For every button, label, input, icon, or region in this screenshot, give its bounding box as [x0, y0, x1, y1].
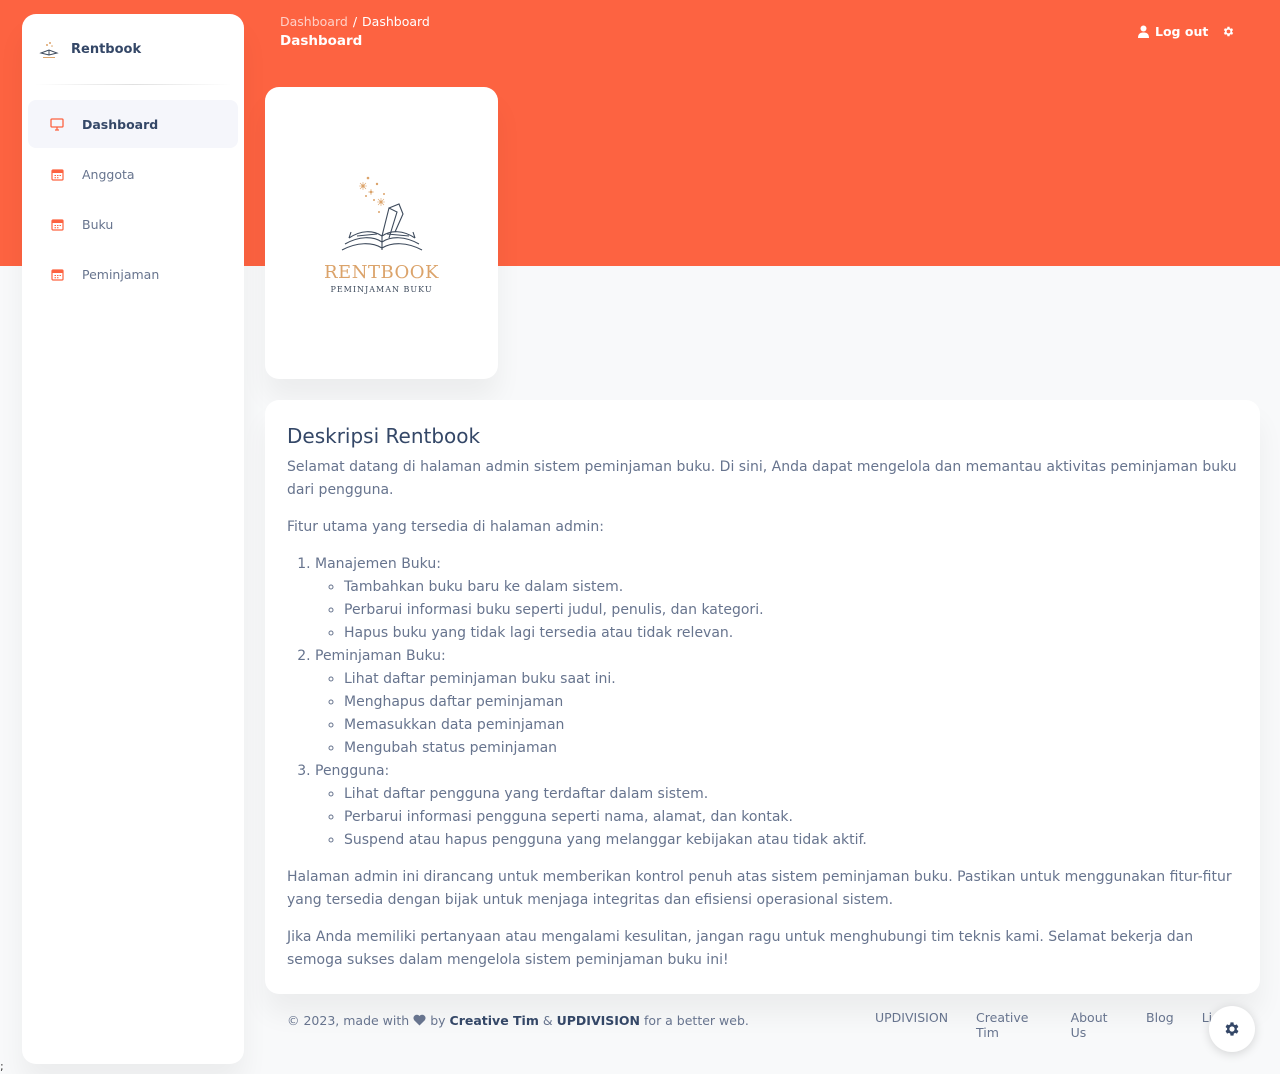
footer-link-about-us[interactable]: About Us	[1071, 1010, 1118, 1040]
sidebar-item-label: Dashboard	[82, 116, 159, 132]
list-item: Tambahkan buku baru ke dalam sistem.	[344, 576, 1238, 599]
list-item: Perbarui informasi pengguna seperti nama…	[344, 806, 1238, 829]
footer-link-blog[interactable]: Blog	[1146, 1010, 1174, 1040]
sidebar-item-label: Buku	[82, 216, 114, 232]
feature-sublist: Lihat daftar pengguna yang terdaftar dal…	[315, 783, 1238, 852]
logo-title: RENTBOOK	[324, 262, 439, 283]
feature-sublist: Lihat daftar peminjaman buku saat ini. M…	[315, 668, 1238, 760]
list-item: Lihat daftar peminjaman buku saat ini.	[344, 668, 1238, 691]
sidebar-item-buku[interactable]: Buku	[28, 200, 238, 248]
sidebar-item-peminjaman[interactable]: Peminjaman	[28, 250, 238, 298]
calendar-icon	[50, 217, 64, 231]
description-contact: Jika Anda memiliki pertanyaan atau menga…	[287, 929, 1194, 968]
list-item: Memasukkan data peminjaman	[344, 714, 1238, 737]
feature-title: Pengguna:	[315, 763, 390, 779]
footer-author-link[interactable]: Creative Tim	[450, 1013, 539, 1028]
brand[interactable]: Rentbook	[22, 14, 244, 84]
footer-links: UPDIVISION Creative Tim About Us Blog Li…	[875, 1010, 1247, 1040]
brand-divider	[34, 84, 232, 85]
copyright-prefix: © 2023, made with	[287, 1012, 410, 1028]
sidebar-item-anggota[interactable]: Anggota	[28, 150, 238, 198]
list-item: Suspend atau hapus pengguna yang melangg…	[344, 829, 1238, 852]
gear-icon	[1225, 1022, 1239, 1036]
page-title: Dashboard	[280, 33, 363, 49]
page-header: Dashboard / Dashboard Dashboard	[280, 14, 430, 49]
open-book-icon	[341, 176, 422, 251]
copyright-suffix: for a better web.	[644, 1012, 749, 1028]
feature-item: Manajemen Buku: Tambahkan buku baru ke d…	[315, 553, 1238, 645]
sidebar-item-dashboard[interactable]: Dashboard	[28, 100, 238, 148]
feature-item: Pengguna: Lihat daftar pengguna yang ter…	[315, 760, 1238, 852]
settings-fab-button[interactable]	[1209, 1006, 1255, 1052]
description-closing: Halaman admin ini dirancang untuk member…	[287, 869, 1232, 908]
footer-author-link[interactable]: UPDIVISION	[557, 1013, 640, 1028]
footer-link-updivision[interactable]: UPDIVISION	[875, 1010, 948, 1040]
monitor-icon	[50, 117, 64, 131]
calendar-icon	[50, 167, 64, 181]
copyright-by: by	[430, 1012, 446, 1028]
list-item: Mengubah status peminjaman	[344, 737, 1238, 760]
list-item: Lihat daftar pengguna yang terdaftar dal…	[344, 783, 1238, 806]
sidebar-item-label: Peminjaman	[82, 266, 160, 282]
logo-card: RENTBOOK PEMINJAMAN BUKU	[265, 87, 498, 379]
feature-title: Peminjaman Buku:	[315, 648, 446, 664]
settings-gear-icon[interactable]	[1222, 25, 1235, 38]
breadcrumb-item[interactable]: Dashboard	[280, 14, 348, 29]
description-card: Deskripsi Rentbook Selamat datang di hal…	[265, 400, 1260, 994]
footer-copyright: © 2023, made with by Creative Tim & UPDI…	[287, 1013, 749, 1028]
logo-subtitle: PEMINJAMAN BUKU	[330, 285, 433, 294]
breadcrumb: Dashboard / Dashboard	[280, 14, 430, 29]
feature-title: Manajemen Buku:	[315, 556, 441, 572]
user-icon	[1138, 25, 1149, 38]
feature-sublist: Tambahkan buku baru ke dalam sistem. Per…	[315, 576, 1238, 645]
sidebar-item-label: Anggota	[82, 166, 135, 182]
footer-link-creative-tim[interactable]: Creative Tim	[976, 1010, 1043, 1040]
heart-icon	[413, 1014, 426, 1026]
feature-item: Peminjaman Buku: Lihat daftar peminjaman…	[315, 645, 1238, 760]
header-actions: Log out	[1137, 24, 1235, 39]
brand-logo-icon	[39, 42, 59, 58]
logout-label: Log out	[1155, 24, 1209, 39]
sidebar: Rentbook Dashboard Anggota Buku Peminjam…	[22, 14, 244, 1064]
list-item: Perbarui informasi buku seperti judul, p…	[344, 599, 1238, 622]
feature-list: Manajemen Buku: Tambahkan buku baru ke d…	[287, 553, 1238, 852]
breadcrumb-separator: /	[352, 14, 358, 29]
list-item: Hapus buku yang tidak lagi tersedia atau…	[344, 622, 1238, 645]
footer: © 2023, made with by Creative Tim & UPDI…	[287, 1008, 1247, 1040]
description-title: Deskripsi Rentbook	[287, 424, 481, 448]
logout-button[interactable]: Log out	[1137, 24, 1208, 39]
features-intro: Fitur utama yang tersedia di halaman adm…	[287, 519, 605, 535]
stray-text: ;	[0, 1060, 4, 1073]
description-intro: Selamat datang di halaman admin sistem p…	[287, 459, 1237, 498]
calendar-icon	[50, 267, 64, 281]
breadcrumb-current: Dashboard	[362, 14, 430, 29]
brand-name: Rentbook	[71, 41, 142, 57]
list-item: Menghapus daftar peminjaman	[344, 691, 1238, 714]
copyright-amp: &	[542, 1012, 553, 1028]
